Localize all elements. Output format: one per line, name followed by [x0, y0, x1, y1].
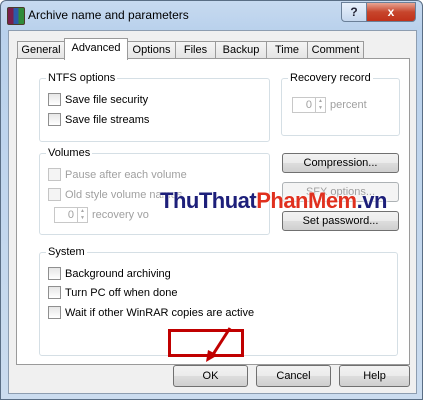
- recovery-volumes-spinner[interactable]: 0 ▲ ▼ recovery vo: [54, 207, 149, 223]
- tab-comment[interactable]: Comment: [307, 41, 364, 59]
- pointer-arrow-icon: [206, 327, 232, 362]
- watermark: ThuThuatPhanMem.vn: [160, 188, 387, 213]
- winrar-app-icon: [7, 7, 25, 25]
- window-title: Archive name and parameters: [28, 8, 189, 22]
- help-button[interactable]: Help: [339, 365, 410, 387]
- save-file-security-checkbox[interactable]: Save file security: [48, 93, 148, 106]
- spin-down-icon: ▼: [80, 215, 85, 221]
- volumes-title: Volumes: [46, 147, 93, 159]
- spin-up-icon: ▲: [318, 98, 323, 104]
- close-icon: x: [387, 5, 395, 19]
- pause-after-each-volume-checkbox[interactable]: Pause after each volume: [48, 168, 187, 181]
- tab-advanced[interactable]: Advanced: [64, 38, 128, 60]
- recovery-record-group: Recovery record 0 ▲ ▼ percent: [281, 72, 400, 136]
- tab-options[interactable]: Options: [127, 41, 176, 59]
- ntfs-options-title: NTFS options: [46, 72, 118, 84]
- cancel-button[interactable]: Cancel: [256, 365, 331, 387]
- save-file-streams-checkbox[interactable]: Save file streams: [48, 113, 149, 126]
- ok-button[interactable]: OK: [173, 365, 248, 387]
- tab-files[interactable]: Files: [175, 41, 216, 59]
- compression-button[interactable]: Compression...: [282, 153, 399, 173]
- title-bar[interactable]: Archive name and parameters ? x: [1, 1, 422, 29]
- close-button[interactable]: x: [366, 2, 416, 22]
- tab-backup[interactable]: Backup: [215, 41, 267, 59]
- recovery-percent-spinner[interactable]: 0 ▲ ▼ percent: [292, 97, 367, 113]
- tab-time[interactable]: Time: [266, 41, 308, 59]
- help-title-button[interactable]: ?: [341, 2, 367, 22]
- spin-up-icon: ▲: [80, 208, 85, 214]
- spin-down-icon: ▼: [318, 105, 323, 111]
- system-title: System: [46, 246, 87, 258]
- wait-winrar-copies-checkbox[interactable]: Wait if other WinRAR copies are active: [48, 306, 254, 319]
- recovery-record-title: Recovery record: [288, 72, 373, 84]
- set-password-button[interactable]: Set password...: [282, 211, 399, 231]
- turn-pc-off-checkbox[interactable]: Turn PC off when done: [48, 286, 178, 299]
- tab-general[interactable]: General: [17, 41, 65, 59]
- ntfs-options-group: NTFS options Save file security Save fil…: [39, 72, 270, 142]
- background-archiving-checkbox[interactable]: Background archiving: [48, 267, 171, 280]
